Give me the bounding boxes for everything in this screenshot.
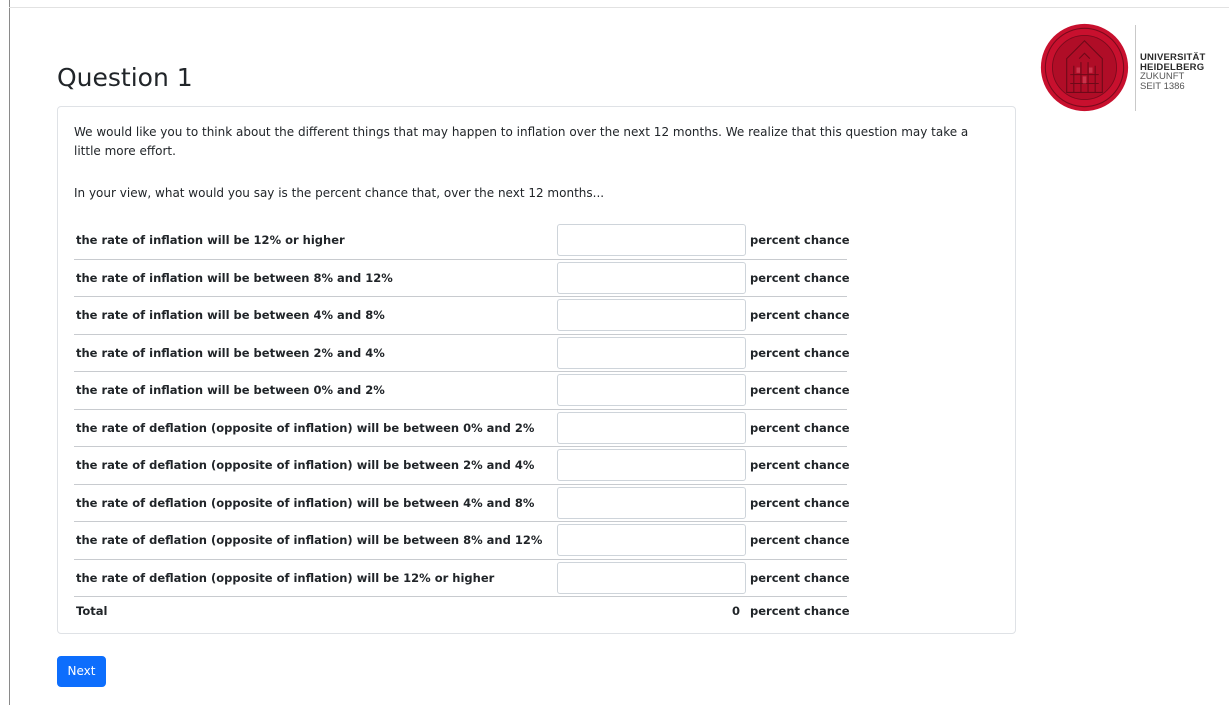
percent-input-inflation-2-4[interactable]: [557, 336, 746, 369]
percent-input-inflation-0-2[interactable]: [557, 374, 746, 406]
row-label: the rate of inflation will be between 8%…: [76, 270, 393, 285]
probability-row: the rate of inflation will be between 0%…: [74, 372, 850, 410]
question-intro: We would like you to think about the dif…: [74, 125, 969, 158]
total-label: Total: [76, 604, 108, 618]
university-wordmark: UNIVERSITÄT HEIDELBERG ZUKUNFT SEIT 1386: [1140, 53, 1206, 91]
logo-divider: [1135, 25, 1136, 111]
row-label: the rate of inflation will be between 2%…: [76, 345, 385, 360]
row-label: the rate of inflation will be between 0%…: [76, 383, 385, 397]
percent-input-deflation-12-or-higher[interactable]: [557, 561, 746, 594]
probability-row: the rate of inflation will be between 2%…: [74, 335, 850, 372]
probability-row: the rate of deflation (opposite of infla…: [74, 485, 850, 522]
probability-row: the rate of inflation will be between 4%…: [74, 297, 850, 335]
unit-label: percent chance: [750, 570, 850, 585]
row-label: the rate of inflation will be between 4%…: [76, 308, 385, 322]
percent-input-deflation-2-4[interactable]: [557, 449, 746, 481]
probability-row: the rate of inflation will be 12% or hig…: [74, 222, 850, 260]
probability-row: the rate of deflation (opposite of infla…: [74, 522, 850, 560]
unit-label: percent chance: [750, 604, 850, 618]
university-logo: UNIVERSITÄT HEIDELBERG ZUKUNFT SEIT 1386: [1040, 23, 1220, 115]
row-label: the rate of deflation (opposite of infla…: [76, 458, 535, 472]
total-row: Total 0 percent chance: [74, 597, 850, 627]
unit-label: percent chance: [750, 233, 850, 247]
unit-label: percent chance: [750, 308, 850, 322]
probability-row: the rate of deflation (opposite of infla…: [74, 560, 850, 597]
percent-input-deflation-0-2[interactable]: [557, 411, 746, 444]
row-label: the rate of inflation will be 12% or hig…: [76, 233, 345, 247]
window-top-edge: [9, 7, 1229, 8]
probability-row: the rate of inflation will be between 8%…: [74, 260, 850, 297]
unit-label: percent chance: [750, 458, 850, 472]
question-card: We would like you to think about the dif…: [57, 106, 1016, 634]
row-label: the rate of deflation (opposite of infla…: [76, 420, 535, 435]
total-value: 0: [731, 604, 740, 618]
percent-input-inflation-12-or-higher[interactable]: [557, 224, 746, 256]
university-seal-icon: [1040, 23, 1129, 112]
page-title: Question 1: [57, 63, 193, 92]
unit-label: percent chance: [750, 533, 850, 547]
unit-label: percent chance: [750, 383, 850, 397]
probability-table: the rate of inflation will be 12% or hig…: [74, 222, 850, 627]
probability-row: the rate of deflation (opposite of infla…: [74, 447, 850, 485]
unit-label: percent chance: [750, 270, 850, 285]
logo-line-seit: SEIT 1386: [1140, 80, 1185, 92]
percent-input-deflation-8-12[interactable]: [557, 524, 746, 556]
unit-label: percent chance: [750, 345, 850, 360]
row-label: the rate of deflation (opposite of infla…: [76, 495, 535, 510]
percent-input-deflation-4-8[interactable]: [557, 486, 746, 519]
next-button[interactable]: Next: [57, 656, 106, 687]
unit-label: percent chance: [750, 495, 850, 510]
unit-label: percent chance: [750, 420, 850, 435]
row-label: the rate of deflation (opposite of infla…: [76, 533, 543, 547]
question-prompt: In your view, what would you say is the …: [74, 186, 605, 200]
row-label: the rate of deflation (opposite of infla…: [76, 570, 495, 585]
window-left-edge: [9, 0, 10, 705]
probability-row: the rate of deflation (opposite of infla…: [74, 410, 850, 447]
percent-input-inflation-8-12[interactable]: [557, 261, 746, 294]
percent-input-inflation-4-8[interactable]: [557, 299, 746, 331]
